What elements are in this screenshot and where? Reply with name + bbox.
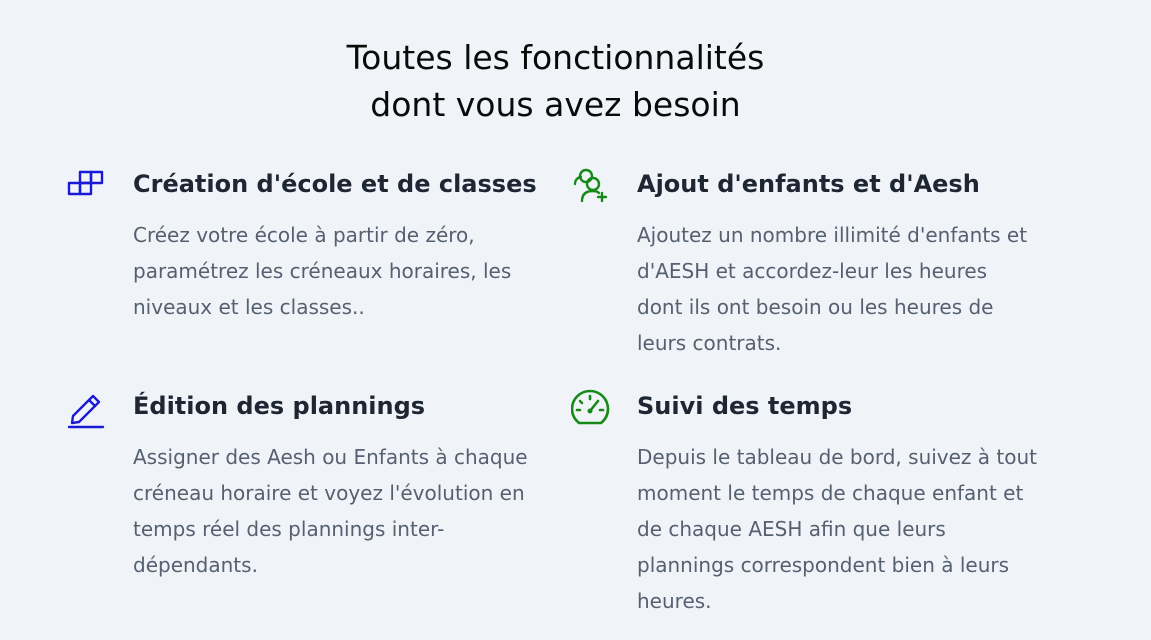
feature-description: Assigner des Aesh ou Enfants à chaque cr… (133, 445, 528, 577)
feature-title: Édition des plannings (133, 392, 426, 420)
feature-title: Suivi des temps (637, 392, 853, 420)
feature-description: Depuis le tableau de bord, suivez à tout… (637, 445, 1037, 613)
section-title-line-2: dont vous avez besoin (370, 85, 741, 124)
section-title: Toutes les fonctionnalités dont vous ave… (0, 34, 1111, 128)
speedometer-icon (571, 389, 611, 429)
feature-description: Créez votre école à partir de zéro, para… (133, 223, 512, 319)
feature-description: Ajoutez un nombre illimité d'enfants et … (637, 223, 1028, 355)
section-title-line-1: Toutes les fonctionnalités (346, 38, 765, 77)
features-section: Toutes les fonctionnalités dont vous ave… (0, 0, 1151, 640)
feature-title: Création d'école et de classes (133, 170, 537, 198)
blocks-icon (67, 167, 107, 207)
feature-title: Ajout d'enfants et d'Aesh (637, 170, 980, 198)
pencil-icon (67, 389, 107, 429)
user-add-icon (571, 167, 611, 207)
